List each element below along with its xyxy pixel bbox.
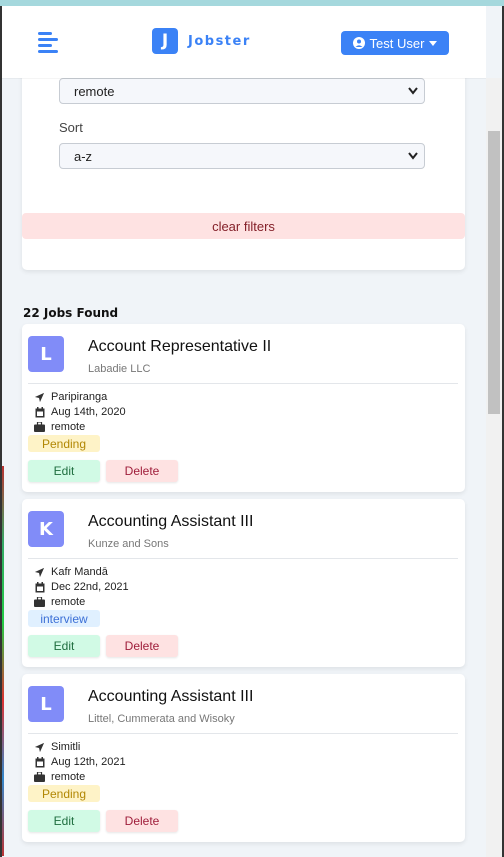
scrollbar-thumb[interactable]	[488, 131, 500, 414]
chevron-down-icon	[408, 87, 418, 95]
job-company: Littel, Cummerata and Wisoky	[88, 713, 235, 725]
divider	[28, 733, 458, 734]
job-company: Labadie LLC	[88, 363, 151, 375]
calendar-icon	[34, 581, 45, 593]
job-date-text: Aug 14th, 2020	[51, 406, 126, 418]
job-title: Accounting Assistant III	[88, 688, 254, 705]
clear-filters-button[interactable]: clear filters	[22, 213, 465, 239]
job-date: Aug 12th, 2021	[34, 756, 126, 768]
job-card: L Account Representative II Labadie LLC …	[22, 324, 465, 492]
delete-button[interactable]: Delete	[106, 810, 178, 832]
job-location-text: Paripiranga	[51, 391, 108, 403]
divider	[28, 558, 458, 559]
briefcase-icon	[34, 422, 45, 433]
location-arrow-icon	[34, 742, 45, 753]
sort-select[interactable]: a-z	[59, 143, 425, 169]
location-arrow-icon	[34, 392, 45, 403]
caret-down-icon	[429, 40, 438, 46]
jobs-found-count: 22 Jobs Found	[23, 306, 119, 320]
edit-button[interactable]: Edit	[28, 460, 100, 482]
job-location: Kafr Mandā	[34, 566, 108, 578]
user-menu-button[interactable]: Test User	[341, 31, 449, 55]
job-date-text: Dec 22nd, 2021	[51, 581, 129, 593]
job-type-text: remote	[51, 421, 86, 433]
divider	[28, 383, 458, 384]
job-card: K Accounting Assistant III Kunze and Son…	[22, 499, 465, 667]
calendar-icon	[34, 406, 45, 418]
job-date-text: Aug 12th, 2021	[51, 756, 126, 768]
background-window-edge	[2, 466, 4, 856]
job-date: Dec 22nd, 2021	[34, 581, 129, 593]
job-type-select-value: remote	[74, 83, 115, 99]
job-type-text: remote	[51, 771, 86, 783]
user-menu-label: Test User	[369, 35, 425, 51]
briefcase-icon	[34, 597, 45, 608]
company-avatar: L	[28, 686, 64, 722]
edit-button[interactable]: Edit	[28, 810, 100, 832]
job-type-text: remote	[51, 596, 86, 608]
job-location-text: Kafr Mandā	[51, 566, 108, 578]
job-location: Simitli	[34, 741, 80, 753]
job-type: remote	[34, 771, 85, 783]
status-badge: Pending	[28, 435, 100, 452]
menu-toggle-icon[interactable]	[38, 32, 60, 53]
edit-button[interactable]: Edit	[28, 635, 100, 657]
location-arrow-icon	[34, 567, 45, 578]
logo-text: Jobster	[188, 33, 251, 49]
calendar-icon	[34, 756, 45, 768]
job-company: Kunze and Sons	[88, 538, 169, 550]
job-location-text: Simitli	[51, 741, 81, 753]
sort-select-value: a-z	[74, 148, 93, 164]
logo: J Jobster	[152, 28, 251, 54]
company-avatar: L	[28, 336, 64, 372]
job-type: remote	[34, 596, 85, 608]
chevron-down-icon	[408, 152, 418, 160]
job-title: Account Representative II	[88, 338, 272, 355]
status-badge: interview	[28, 610, 100, 627]
sort-label: Sort	[59, 120, 83, 135]
briefcase-icon	[34, 772, 45, 783]
status-badge: Pending	[28, 785, 100, 802]
job-card: L Accounting Assistant III Littel, Cumme…	[22, 674, 465, 842]
job-title: Accounting Assistant III	[88, 513, 254, 530]
job-location: Paripiranga	[34, 391, 107, 403]
delete-button[interactable]: Delete	[106, 635, 178, 657]
user-circle-icon	[352, 37, 365, 49]
logo-mark: J	[152, 28, 178, 54]
top-navbar: J Jobster Test User	[2, 6, 486, 78]
job-type-select[interactable]: remote	[59, 78, 425, 104]
job-date: Aug 14th, 2020	[34, 406, 126, 418]
job-type: remote	[34, 421, 85, 433]
delete-button[interactable]: Delete	[106, 460, 178, 482]
page-viewport: remote Sort a-z clear filters 22 Jobs Fo…	[2, 6, 502, 857]
company-avatar: K	[28, 511, 64, 547]
